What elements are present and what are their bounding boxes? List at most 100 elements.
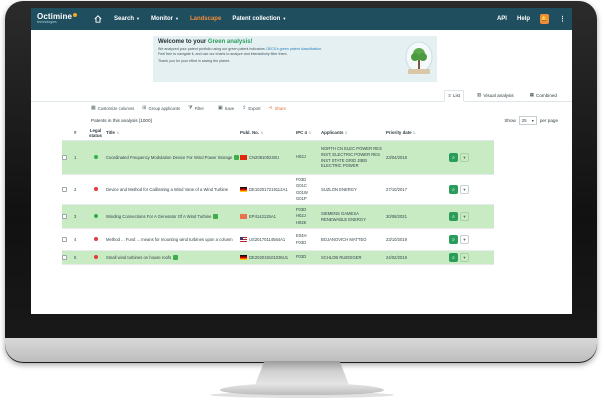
col-legal-status[interactable]: Legal status [85, 128, 106, 138]
chart-icon: ▥ [477, 92, 482, 97]
country-flag-icon [240, 214, 247, 220]
row-checkbox[interactable] [62, 155, 67, 160]
ipc-codes: F03D G01C G01W G01P [296, 176, 308, 201]
oecd-link[interactable]: OECD's green patent classification [266, 47, 321, 51]
view-patent-button[interactable]: ⌕ [449, 212, 458, 221]
monitor-stand-neck [255, 361, 349, 385]
tab-visual-analysis[interactable]: ▥ Visual analysis [474, 92, 517, 101]
tree-globe-illustration [401, 36, 437, 82]
nav-right: API Help 🔔 ⋮ [497, 14, 566, 24]
tab-combined[interactable]: ▦ Combined [527, 92, 560, 101]
nav-monitor[interactable]: Monitor ▼ [151, 16, 179, 22]
app-logo[interactable]: Octimine technologies [37, 13, 89, 25]
share-icon: ⋖ [268, 105, 273, 111]
nav-api[interactable]: API [497, 16, 507, 22]
notification-bell-icon[interactable]: 🔔 [540, 14, 549, 24]
view-patent-button[interactable]: ⌕ [449, 235, 458, 244]
table-row[interactable]: 3 Winding Connections For A Generator Of… [62, 205, 494, 229]
expand-row-button[interactable]: ▼ [460, 153, 469, 162]
publication-number[interactable]: CN208100240U [249, 155, 279, 160]
export-button[interactable]: ⇪ Export [242, 105, 260, 111]
patent-title[interactable]: Coordinated Frequency Modulation Device … [106, 155, 232, 160]
row-checkbox[interactable] [62, 255, 67, 260]
chevron-down-icon: ▼ [462, 155, 467, 160]
priority-date: 23/04/2018 [386, 155, 407, 160]
applicants: SIEMENS GAMESA RENEWABLE ENERGY [321, 210, 366, 222]
columns-icon: ▦ [91, 105, 96, 111]
save-button[interactable]: ▣ Save [218, 105, 234, 111]
row-number: 5 [74, 255, 77, 260]
page-size-select[interactable]: 25 ▾ [518, 115, 537, 125]
country-flag-icon [240, 155, 247, 161]
patent-title[interactable]: Method ... Fund ... means for mounting w… [106, 237, 233, 242]
view-patent-button[interactable]: ⌕ [449, 185, 458, 194]
banner-body: We analyzed your patent portfolio using … [158, 47, 323, 64]
legal-status-dot-icon [93, 214, 98, 218]
sort-icon: ⇅ [260, 131, 264, 135]
expand-row-button[interactable]: ▼ [460, 235, 469, 244]
applicants: SCHLOB RUEDIGER [321, 254, 362, 260]
more-menu-icon[interactable]: ⋮ [559, 15, 566, 23]
row-checkbox[interactable] [62, 237, 67, 242]
country-flag-icon [240, 255, 247, 261]
green-leaf-icon [213, 214, 219, 220]
share-button[interactable]: ⋖ Share [269, 105, 286, 111]
row-checkbox[interactable] [62, 187, 67, 192]
nav-search[interactable]: Search ▼ [114, 16, 140, 22]
nav-patent-collection[interactable]: Patent collection ▼ [232, 16, 286, 22]
col-priority-date[interactable]: Priority date ⇅ [386, 130, 441, 135]
table-row[interactable]: 2 Device and Method for Calibrating a Wi… [62, 175, 494, 205]
patent-title[interactable]: Device and Method for Calibrating a Wind… [106, 187, 228, 192]
view-patent-button[interactable]: ⌕ [449, 153, 458, 162]
country-flag-icon [240, 187, 247, 193]
table-row[interactable]: 4 Method ... Fund ... means for mounting… [62, 229, 494, 251]
priority-date: 24/02/2019 [386, 255, 407, 260]
sort-icon: ⇅ [116, 131, 120, 135]
col-ipc[interactable]: IPC 4 ⇅ [296, 130, 321, 135]
list-icon: ≡ [448, 93, 451, 98]
priority-date: 27/10/2017 [386, 187, 407, 192]
toolbar: ▦ Customize columns ⊞ Group applicants ⧩ Fi… [31, 102, 572, 114]
tab-list[interactable]: ≡ List [444, 90, 465, 102]
filter-button[interactable]: ⧩ Filter [188, 105, 204, 111]
row-number: 1 [74, 155, 77, 160]
priority-date: 30/08/2021 [386, 214, 407, 219]
top-nav: Octimine technologies Search ▼ Monitor ▼ L… [31, 8, 572, 30]
customize-columns-button[interactable]: ▦ Customize columns [91, 105, 134, 111]
publication-number[interactable]: DE202019101036U1 [249, 255, 288, 260]
monitor-stand-base [220, 383, 384, 395]
patent-table: # Legal status Title ⇅ Publ. No. ⇅ IPC 4… [62, 125, 494, 265]
publication-number[interactable]: DE102017219112A1 [249, 187, 288, 192]
nav-help[interactable]: Help [517, 16, 530, 22]
col-number[interactable]: # [74, 130, 85, 135]
chevron-down-icon: ▼ [462, 187, 467, 192]
col-publ-no[interactable]: Publ. No. ⇅ [240, 130, 296, 135]
group-applicants-button[interactable]: ⊞ Group applicants [142, 105, 180, 111]
chevron-down-icon: ▼ [462, 214, 467, 219]
chevron-down-icon: ▼ [462, 237, 467, 242]
col-title[interactable]: Title ⇅ [106, 130, 240, 135]
patent-title[interactable]: Winding Connections For A Generator Of A… [106, 214, 211, 219]
table-body: 1 Coordinated Frequency Modulation Devic… [62, 141, 494, 265]
expand-row-button[interactable]: ▼ [460, 185, 469, 194]
legal-status-dot-icon [93, 187, 98, 191]
expand-row-button[interactable]: ▼ [460, 212, 469, 221]
chevron-down-icon: ▼ [282, 16, 287, 21]
view-patent-button[interactable]: ⌕ [449, 253, 458, 262]
search-icon: ⌕ [452, 154, 455, 161]
save-icon: ▣ [217, 105, 223, 111]
expand-row-button[interactable]: ▼ [460, 253, 469, 262]
row-number: 4 [74, 237, 77, 242]
table-row[interactable]: 5 Small wind turbines on house roofs DE2… [62, 251, 494, 265]
patent-title[interactable]: Small wind turbines on house roofs [106, 255, 171, 260]
ipc-codes: F03D [296, 254, 307, 260]
sort-icon: ⇅ [344, 131, 348, 135]
table-row[interactable]: 1 Coordinated Frequency Modulation Devic… [62, 141, 494, 175]
col-applicants[interactable]: Applicants ⇅ [321, 130, 386, 135]
sort-icon: ⇅ [412, 131, 416, 135]
publication-number[interactable]: EP4142125A1 [249, 214, 276, 219]
nav-landscape[interactable]: Landscape [190, 16, 221, 22]
row-checkbox[interactable] [62, 214, 67, 219]
publication-number[interactable]: US20170114564A1 [249, 237, 285, 242]
home-icon[interactable] [93, 14, 103, 24]
